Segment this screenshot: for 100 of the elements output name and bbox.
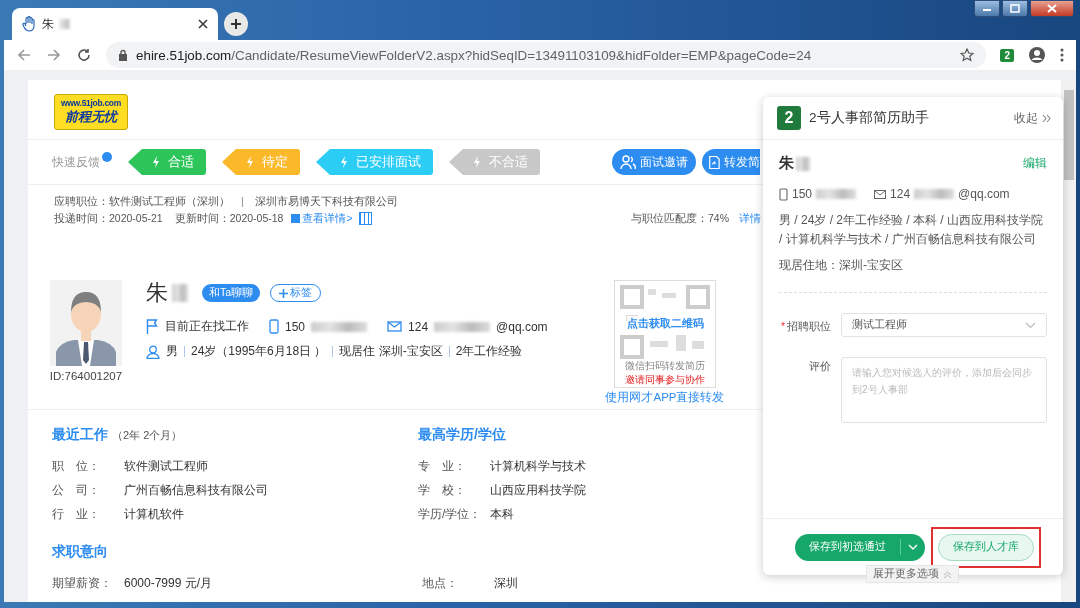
mail-icon bbox=[387, 321, 403, 332]
company-name: 深圳市易博天下科技有限公司 bbox=[255, 194, 398, 209]
add-tag-button[interactable]: 标签 bbox=[270, 284, 322, 302]
phone-icon bbox=[269, 319, 279, 334]
new-tab-button[interactable] bbox=[224, 12, 248, 36]
section-title: 最近工作 bbox=[52, 426, 108, 444]
view-details-link[interactable]: 查看详情> bbox=[291, 211, 353, 226]
plus-icon bbox=[230, 18, 242, 30]
field-value: 广州百畅信息科技有限公司 bbox=[124, 482, 268, 499]
double-chevron-icon bbox=[1042, 113, 1051, 123]
save-to-talent-pool-button[interactable]: 保存到人才库 bbox=[938, 533, 1034, 561]
section-title: 最高学历/学位 bbox=[418, 426, 506, 444]
double-chevron-up-icon bbox=[943, 570, 952, 578]
candidate-summary: 男 / 24岁 / 2年工作经验 / 本科 / 山西应用科技学院 / 计算机科学与技术 / 广州百畅信息科技有限公司 bbox=[779, 212, 1045, 248]
profile-detail: 24岁（1995年6月18日 ） bbox=[191, 343, 327, 360]
lightning-icon bbox=[152, 156, 160, 168]
person-icon bbox=[146, 344, 160, 359]
phone-icon bbox=[779, 187, 788, 201]
maximize-icon bbox=[1010, 4, 1020, 13]
tab-title: 朱 bbox=[42, 15, 54, 33]
logo[interactable]: www.51job.com 前程无忧 bbox=[54, 94, 128, 130]
scrollbar-thumb[interactable] bbox=[1064, 90, 1074, 180]
profile-detail: 现居住 深圳-宝安区 bbox=[339, 343, 443, 360]
email-prefix: 124 bbox=[890, 187, 911, 201]
app-forward-link[interactable]: 使用网才APP直接转发 bbox=[605, 390, 725, 405]
maximize-button[interactable] bbox=[1002, 0, 1028, 17]
interview-invite-button[interactable]: 面试邀请 bbox=[612, 149, 696, 175]
field-value: 山西应用科技学院 bbox=[490, 482, 586, 499]
field-value: 计算机软件 bbox=[124, 506, 184, 523]
field-label: 行 业： bbox=[52, 506, 101, 523]
get-qr-code-link[interactable]: 点击获取二维码 bbox=[626, 316, 704, 331]
email-domain: @qq.com bbox=[958, 187, 1010, 201]
field-label: 招聘职位 bbox=[787, 319, 831, 332]
profile-detail: 2年工作经验 bbox=[455, 343, 523, 360]
work-duration: （2年 2个月） bbox=[112, 428, 183, 443]
field-label: 地点： bbox=[422, 575, 459, 592]
job-status: 目前正在找工作 bbox=[165, 318, 249, 335]
required-mark: * bbox=[780, 319, 785, 332]
profile-detail: 男 bbox=[166, 343, 178, 360]
redaction-blur bbox=[172, 284, 188, 302]
minimize-button[interactable] bbox=[974, 0, 1000, 17]
field-value: 计算机科学与技术 bbox=[490, 458, 586, 475]
extension-button[interactable]: 2 bbox=[1000, 48, 1014, 62]
residence-text: 现居住地：深圳-宝安区 bbox=[779, 257, 904, 274]
applied-position: 应聘职位：软件测试工程师（深圳） bbox=[54, 194, 230, 209]
assistant-logo: 2 bbox=[777, 106, 801, 130]
field-label: 职 位： bbox=[52, 458, 101, 475]
hand-icon bbox=[22, 16, 36, 32]
field-label: 专 业： bbox=[418, 458, 467, 475]
candidate-name: 朱 bbox=[146, 279, 168, 307]
close-icon bbox=[1047, 4, 1057, 13]
chat-button[interactable]: 和Ta聊聊 bbox=[202, 284, 261, 302]
back-icon[interactable] bbox=[16, 47, 32, 63]
redaction-blur bbox=[311, 321, 368, 332]
grid-icon[interactable] bbox=[358, 212, 372, 225]
forward-icon[interactable] bbox=[46, 47, 62, 63]
mail-icon bbox=[874, 189, 887, 199]
field-value: 深圳 bbox=[494, 575, 518, 592]
document-share-icon bbox=[708, 154, 720, 170]
address-bar[interactable]: ehire.51job.com/Candidate/ResumeViewFolderV2.aspx?hidSeqID=13491103109&hidFolder=EMP&pageCode=24 bbox=[106, 42, 987, 68]
email-domain: @qq.com bbox=[496, 319, 548, 334]
panel-title: 2号人事部简历助手 bbox=[809, 109, 929, 127]
redaction-blur bbox=[60, 19, 70, 29]
lightning-icon bbox=[473, 156, 481, 168]
flag-icon bbox=[146, 319, 159, 334]
field-label: 评价 bbox=[808, 359, 831, 374]
feedback-label: 快速反馈 bbox=[52, 153, 100, 171]
edit-link[interactable]: 编辑 bbox=[1023, 155, 1047, 172]
menu-icon[interactable] bbox=[1060, 48, 1064, 62]
feedback-tag[interactable]: 已安排面试 bbox=[316, 149, 433, 175]
browser-tab[interactable]: 朱 bbox=[12, 8, 218, 40]
chevron-down-icon bbox=[1025, 321, 1036, 329]
qr-caption: 微信扫码转发简历 bbox=[625, 359, 705, 373]
more-options-button[interactable]: 展开更多选项 bbox=[866, 565, 959, 583]
reload-icon[interactable] bbox=[76, 47, 92, 63]
feedback-tag[interactable]: 合适 bbox=[128, 149, 206, 175]
details-link[interactable]: 详情 bbox=[739, 211, 761, 226]
field-value: 本科 bbox=[490, 506, 514, 523]
phone-number: 150 bbox=[792, 187, 813, 201]
redaction-blur bbox=[816, 189, 857, 199]
lock-icon bbox=[118, 49, 128, 61]
star-icon[interactable] bbox=[960, 48, 975, 62]
qr-invite-text: 邀请同事参与协作 bbox=[625, 373, 705, 387]
field-label: 期望薪资： bbox=[52, 575, 113, 592]
chevron-down-icon bbox=[908, 544, 918, 550]
close-button[interactable] bbox=[1030, 0, 1074, 17]
account-icon[interactable] bbox=[1028, 46, 1046, 64]
phone-number: 150 bbox=[285, 319, 306, 334]
redaction-blur bbox=[914, 189, 955, 199]
people-icon bbox=[620, 154, 636, 170]
close-icon[interactable] bbox=[198, 19, 208, 29]
redaction-blur bbox=[434, 321, 491, 332]
email-prefix: 124 bbox=[408, 319, 429, 334]
forward-resume-button[interactable]: 转发简 bbox=[702, 149, 760, 175]
collapse-button[interactable]: 收起 bbox=[1014, 109, 1051, 127]
field-label: 学 校： bbox=[418, 482, 467, 499]
position-select[interactable]: 测试工程师 bbox=[841, 313, 1047, 337]
resume-icon bbox=[291, 214, 301, 223]
lightning-icon bbox=[246, 156, 254, 168]
plus-icon bbox=[279, 288, 289, 298]
